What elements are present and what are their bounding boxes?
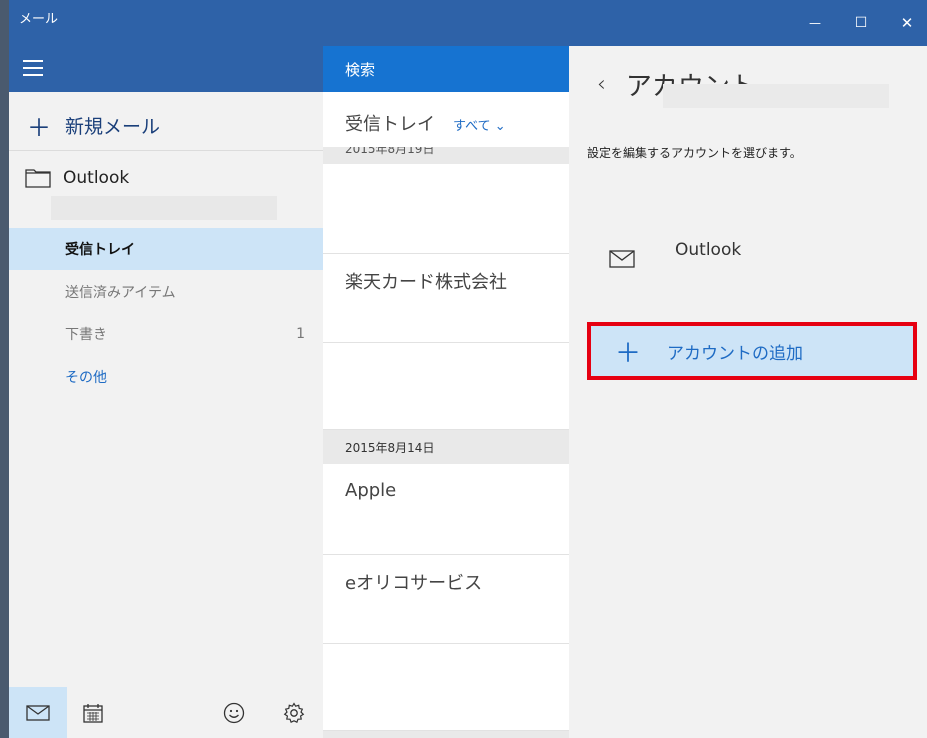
inbox-title: 受信トレイ [345,114,435,135]
folder-label: 送信済みアイテム [65,285,176,301]
close-icon: ✕ [900,14,914,32]
new-mail-button[interactable]: ＋ 新規メール [27,108,160,143]
sidebar: ＋ 新規メール Outlook 受信トレイ 送信済みアイテム 下書き 1 その他 [9,46,323,738]
date-header-label: 2015年8月14日 [345,440,435,455]
folder-icon [25,169,51,188]
pane-subtitle: 設定を編集するアカウントを選びます。 [587,146,802,160]
close-button[interactable]: ✕ [884,0,927,46]
folder-label: 下書き [65,327,107,343]
minimize-button[interactable]: — [792,0,838,46]
date-header-label: 2015年8月19日 [345,147,435,156]
folder-label: その他 [65,370,107,386]
add-account-button[interactable]: ＋ アカウントの追加 [587,322,917,380]
date-header-partial: 2015年8月19日 [323,147,569,164]
account-pane: ‹ アカウント 設定を編集するアカウントを選びます。 Outlook ＋ アカウ… [569,46,927,738]
mail-switch-button[interactable] [9,687,67,738]
message-sender: Apple [345,480,397,501]
message-sender: eオリコサービス [345,573,483,594]
sidebar-header [9,46,323,92]
account-email-redacted [51,196,277,220]
sidebar-bottom-bar [9,687,323,738]
calendar-icon [83,703,103,723]
unread-count: 1 [296,326,305,342]
gear-icon [283,701,305,723]
list-item[interactable]: 楽天カード株式会社 [323,254,569,343]
account-name: Outlook [675,240,742,260]
new-mail-label: 新規メール [65,116,161,138]
hamburger-menu-icon[interactable] [23,60,43,78]
minimize-icon: — [809,16,821,30]
calendar-button[interactable] [73,687,113,738]
folder-sent-items[interactable]: 送信済みアイテム [9,271,323,313]
account-email-redacted [663,84,889,108]
account-name: Outlook [63,168,130,188]
list-item[interactable] [323,644,569,731]
folder-label: 受信トレイ [65,242,135,258]
plus-icon: ＋ [27,114,51,142]
list-item[interactable]: eオリコサービス [323,555,569,644]
account-item-outlook[interactable]: Outlook [609,236,927,296]
title-bar: メール — ☐ ✕ [9,0,927,46]
smiley-icon [223,702,245,723]
maximize-button[interactable]: ☐ [838,0,884,46]
search-label: 検索 [345,60,376,79]
folder-inbox[interactable]: 受信トレイ [9,228,323,270]
list-item[interactable]: Apple [323,464,569,555]
feedback-button[interactable] [214,687,254,738]
window-left-edge [0,0,9,738]
date-header: 2015年8月14日 [323,430,569,464]
back-icon[interactable]: ‹ [597,72,606,97]
plus-icon: ＋ [615,338,642,369]
filter-dropdown[interactable]: すべて ⌄ [453,115,506,134]
divider [9,150,323,151]
folder-more[interactable]: その他 [9,356,323,398]
message-sender: 楽天カード株式会社 [345,272,507,293]
app-title: メール [19,12,59,27]
message-list: 検索 受信トレイ すべて ⌄ 2015年8月19日 楽天カード株式会社 2015… [323,46,569,738]
mail-icon [609,250,635,268]
settings-button[interactable] [274,687,314,738]
mail-icon [26,704,50,721]
maximize-icon: ☐ [854,15,868,31]
search-bar[interactable]: 検索 [323,46,569,92]
date-header-partial [323,731,569,738]
folder-drafts[interactable]: 下書き 1 [9,313,323,355]
list-item[interactable] [323,343,569,430]
list-item[interactable] [323,164,569,254]
add-account-label: アカウントの追加 [667,343,804,364]
account-item-outlook[interactable]: Outlook [25,168,129,188]
list-header: 受信トレイ すべて ⌄ [345,110,506,136]
